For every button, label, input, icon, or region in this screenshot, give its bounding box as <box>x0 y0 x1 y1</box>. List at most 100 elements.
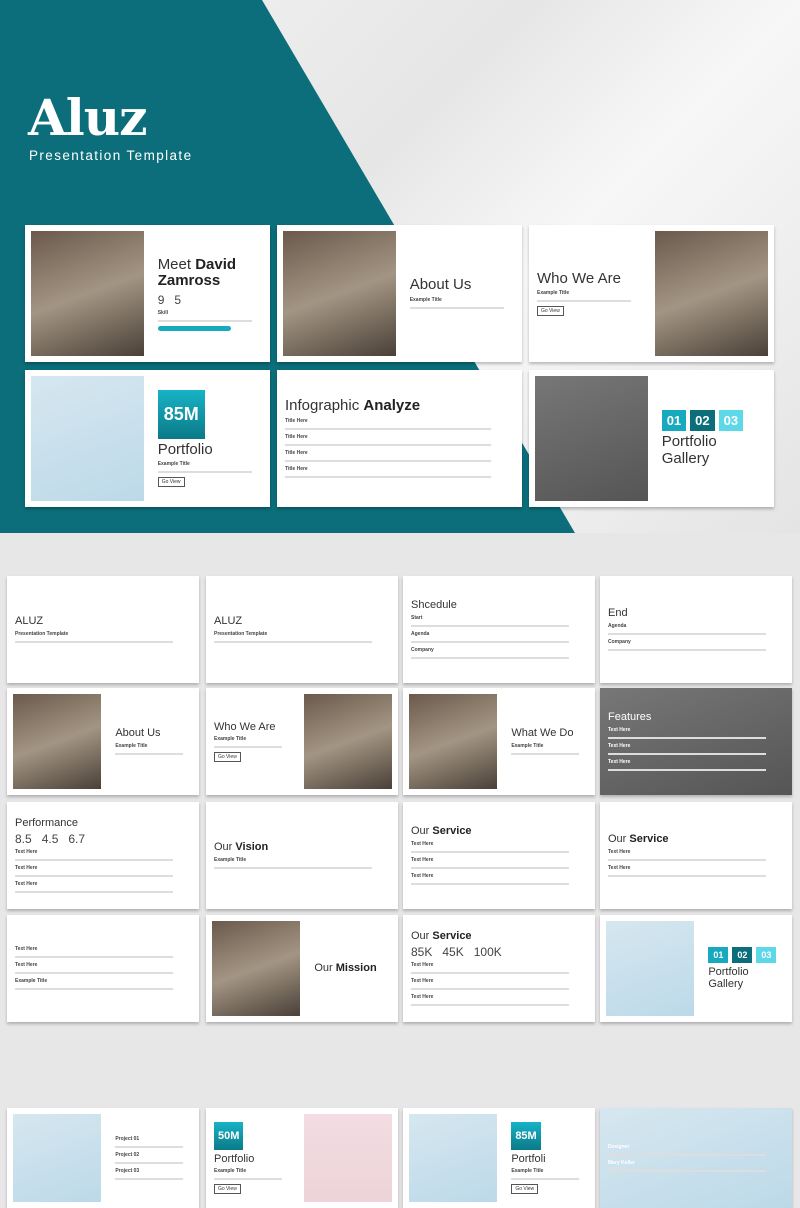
slide-thumbnail[interactable]: What We Do Example Title <box>403 688 595 795</box>
go-view-button[interactable]: Go View <box>157 477 185 488</box>
slide-content: 01 02 03 Portfolio Gallery <box>700 915 792 1022</box>
lorem-text-line <box>115 1161 184 1164</box>
slide-title: Portfoli <box>511 1153 587 1165</box>
slide-label: Example Title <box>214 736 247 743</box>
lorem-text-line <box>511 752 580 755</box>
slide-thumbnail[interactable]: Our Vision Example Title <box>206 802 398 909</box>
lorem-text-line <box>214 1178 283 1181</box>
stat-row: 8.5 4.5 6.7 <box>15 832 191 846</box>
slide-label: Text Here <box>15 946 38 952</box>
lorem-text-line <box>285 443 492 446</box>
slide-label: Text Here <box>411 978 434 985</box>
go-view-button[interactable]: Go View <box>214 1184 241 1195</box>
go-view-button[interactable]: Go View <box>214 752 241 763</box>
slide-thumbnail[interactable]: ALUZ Presentation Template <box>7 576 199 683</box>
go-view-button[interactable]: Go View <box>537 306 564 317</box>
slide-title-light: Portfolio Gallery <box>661 433 717 467</box>
slide-thumbnail[interactable]: Designer Mary Keller <box>600 1108 792 1208</box>
slide-photo <box>409 1114 498 1202</box>
slide-title: Meet David Zamross <box>158 256 262 290</box>
slide-photo <box>535 376 648 501</box>
slide-thumbnail[interactable]: 01 02 03 Portfolio Gallery <box>529 370 774 507</box>
skill-bar <box>157 325 231 331</box>
slide-label: Title Here <box>285 417 308 424</box>
slide-content: Performance 8.5 4.5 6.7 Text Here Text Here T… <box>7 802 199 909</box>
lorem-text-line <box>15 891 174 894</box>
slide-thumbnail[interactable]: ALUZ Presentation Template <box>206 576 398 683</box>
slide-label: Example Title <box>511 742 544 749</box>
go-view-button[interactable]: Go View <box>511 1184 539 1195</box>
brand-tagline: Presentation Template <box>29 148 193 163</box>
slide-label: Title Here <box>285 449 308 456</box>
lorem-text-line <box>15 875 174 878</box>
slide-title-bold: Vision <box>235 841 269 854</box>
slide-thumbnail[interactable]: Infographic Analyze Title Here Title Here T… <box>277 370 522 507</box>
slide-title-light: Our <box>411 929 430 942</box>
slide-thumbnail[interactable]: Our Mission <box>206 915 398 1022</box>
lorem-text-line <box>285 427 492 430</box>
slide-photo <box>13 1114 102 1202</box>
slide-title: ALUZ <box>15 615 191 627</box>
slide-title-light: Portfolio <box>214 1152 255 1165</box>
slide-title-bold: Service <box>432 825 472 838</box>
slide-thumbnail[interactable]: Project 01 Project 02 Project 03 <box>7 1108 199 1208</box>
slide-thumbnail[interactable]: Who We Are Example Title Go View <box>529 225 774 362</box>
lorem-text-line <box>411 972 570 975</box>
slide-content: Our Vision Example Title <box>206 802 398 909</box>
slide-content: Who We Are Example Title Go View <box>529 225 649 362</box>
slide-thumbnail[interactable]: 85M Portfoli Example Title Go View <box>403 1108 595 1208</box>
slide-label: Example Title <box>537 290 570 297</box>
slide-title: About Us <box>115 727 191 739</box>
slide-thumbnail[interactable]: Our Service 85K 45K 100K Text Here Text Here T… <box>403 915 595 1022</box>
slide-label: Text Here <box>608 726 631 733</box>
slide-thumbnail[interactable]: Features Text Here Text Here Text Here <box>600 688 792 795</box>
slide-content: Who We Are Example Title Go View <box>206 688 298 795</box>
slide-thumbnail[interactable]: Meet David Zamross 9 5 Skill <box>25 225 270 362</box>
slide-thumbnail[interactable]: About Us Example Title <box>7 688 199 795</box>
number-badge: 02 <box>690 410 715 431</box>
stat-number: 5 <box>174 292 182 307</box>
slide-label: Text Here <box>15 865 38 872</box>
slide-thumbnail[interactable]: 01 02 03 Portfolio Gallery <box>600 915 792 1022</box>
slide-content: About Us Example Title <box>402 225 522 362</box>
slide-label: Skill <box>157 309 168 316</box>
stat-number: 4.5 <box>41 832 59 847</box>
slide-content: Infographic Analyze Title Here Title Here T… <box>277 370 522 507</box>
stat-number: 100K <box>473 945 502 960</box>
slide-title: About Us <box>410 277 514 294</box>
slide-thumbnail[interactable]: 85M Portfolio Example Title Go View <box>25 370 270 507</box>
slide-photo <box>31 231 144 356</box>
slide-label: Mary Keller <box>608 1159 635 1166</box>
slide-title-light: Performance <box>15 816 78 829</box>
slide-thumbnail[interactable]: 50M Portfolio Example Title Go View <box>206 1108 398 1208</box>
slide-thumbnail[interactable]: Our Service Text Here Text Here <box>600 802 792 909</box>
slide-thumbnail[interactable]: About Us Example Title <box>277 225 522 362</box>
lorem-text-line <box>157 471 252 474</box>
slide-title-light: Who We Are <box>214 720 276 733</box>
lorem-text-line <box>608 736 767 739</box>
lorem-text-line <box>608 632 767 635</box>
slide-thumbnail[interactable]: End Agenda Company <box>600 576 792 683</box>
lorem-text-line <box>411 988 570 991</box>
slide-thumbnail[interactable]: Text Here Text Here Example Title <box>7 915 199 1022</box>
number-badge: 01 <box>661 410 687 431</box>
slide-thumbnail[interactable]: Who We Are Example Title Go View <box>206 688 398 795</box>
slide-content: End Agenda Company <box>600 576 792 683</box>
slide-label: Project 02 <box>115 1151 140 1158</box>
lorem-text-line <box>608 858 767 861</box>
number-badge: 03 <box>718 410 744 431</box>
slide-thumbnail[interactable]: Shcedule Start Agenda Company <box>403 576 595 683</box>
slide-label: Agenda <box>608 622 627 629</box>
lorem-text-line <box>411 866 570 869</box>
slide-thumbnail[interactable]: Our Service Text Here Text Here Text Here <box>403 802 595 909</box>
lorem-text-line <box>157 319 252 322</box>
lorem-text-line <box>115 752 184 755</box>
slide-title-light: Our <box>608 833 627 846</box>
slide-title: Portfolio <box>158 441 262 459</box>
slide-content: Features Text Here Text Here Text Here <box>600 688 792 795</box>
slide-label: Text Here <box>608 848 631 855</box>
slide-title: Our Service <box>411 930 587 942</box>
slide-content: What We Do Example Title <box>503 688 595 795</box>
slide-title-bold: Service <box>432 929 472 942</box>
slide-thumbnail[interactable]: Performance 8.5 4.5 6.7 Text Here Text Here T… <box>7 802 199 909</box>
